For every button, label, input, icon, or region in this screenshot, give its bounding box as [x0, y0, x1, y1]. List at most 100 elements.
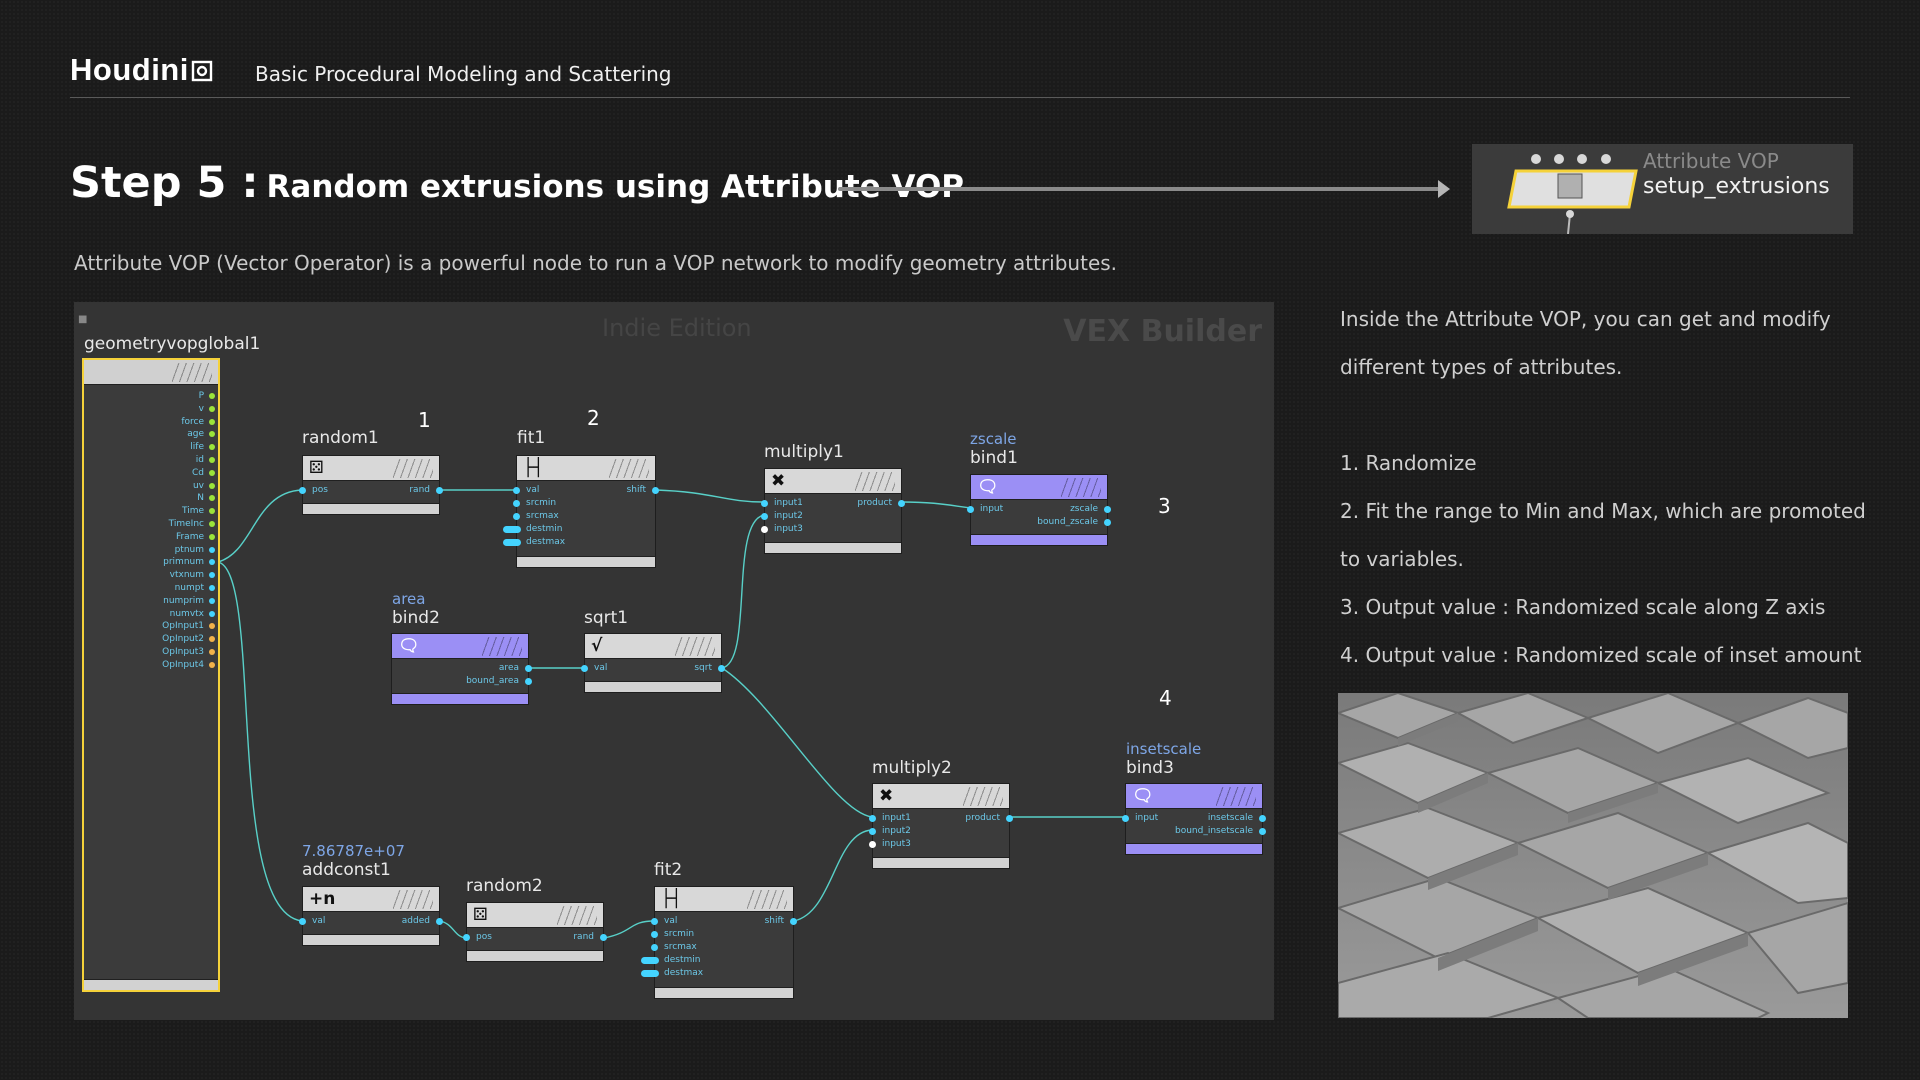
port-out-bound-area[interactable]: bound_area: [466, 676, 532, 687]
port-in-srcmin[interactable]: srcmin: [650, 929, 694, 940]
global-port-timeinc[interactable]: TimeInc: [169, 518, 216, 531]
node-footer: [303, 503, 439, 514]
global-port-cd[interactable]: Cd: [192, 467, 215, 480]
port-in-input1[interactable]: input1: [761, 498, 803, 509]
node-bind2[interactable]: 🗨 area bound_area: [391, 633, 533, 705]
node-random2[interactable]: ⚄ pos rand: [463, 902, 607, 962]
node-bind3[interactable]: 🗨 input insetscale bound_insetscale: [1121, 783, 1267, 855]
port-in-input[interactable]: input: [1121, 813, 1158, 824]
wire-sqrt1-multiply2: [721, 667, 873, 818]
dice-icon: ⚄: [309, 458, 324, 478]
port-out-bound-zscale[interactable]: bound_zscale: [1037, 517, 1111, 528]
extruded-tiles-render: [1338, 693, 1848, 1018]
context-label: VEX Builder: [1063, 314, 1262, 349]
global-port-frame[interactable]: Frame: [176, 531, 216, 544]
port-out-zscale[interactable]: zscale: [1070, 504, 1111, 515]
port-out-rand[interactable]: rand: [409, 485, 443, 496]
port-out-sqrt[interactable]: sqrt: [694, 663, 725, 674]
wire-global-addconst1: [217, 561, 303, 922]
global-port-uv[interactable]: uv: [193, 480, 216, 493]
node-header: ⚄: [467, 903, 603, 928]
port-in-destmax[interactable]: destmax: [640, 968, 703, 979]
node-flags: [747, 890, 787, 909]
port-in-input3[interactable]: input3: [869, 839, 911, 850]
global-port-v[interactable]: v: [199, 403, 216, 416]
global-port-opinput4[interactable]: OpInput4: [162, 659, 215, 672]
watermark-indie-edition: Indie Edition: [602, 314, 752, 342]
global-port-primnum[interactable]: primnum: [163, 556, 215, 569]
wire-addconst1-random2: [439, 920, 467, 939]
port-in-val[interactable]: val: [580, 663, 607, 674]
node-fit1[interactable]: ├┤ val srcmin srcmax destmin destmax shi…: [502, 455, 660, 568]
step-marker-3: 3: [1158, 494, 1171, 518]
port-out-product[interactable]: product: [965, 813, 1013, 824]
port-in-input3[interactable]: input3: [761, 524, 803, 535]
speech-bubble-icon: 🗨: [977, 477, 999, 497]
global-port-opinput1[interactable]: OpInput1: [162, 620, 215, 633]
node-geometryvopglobal1[interactable]: Pv force age life id Cd uv N Time TimeInc Frame ptn…: [82, 358, 220, 992]
port-out-product[interactable]: product: [857, 498, 905, 509]
node-fit2[interactable]: ├┤ val srcmin srcmax destmin destmax shi…: [640, 886, 798, 999]
vop-network-editor[interactable]: Indie Edition VEX Builder 1 2 3 4 ■ geom…: [74, 302, 1274, 1020]
port-out-bound-insetscale[interactable]: bound_insetscale: [1175, 826, 1266, 837]
port-in-val[interactable]: val: [298, 916, 325, 927]
global-port-numprim[interactable]: numprim: [163, 595, 215, 608]
global-port-age[interactable]: age: [187, 428, 215, 441]
port-in-input2[interactable]: input2: [761, 511, 803, 522]
global-port-life[interactable]: life: [190, 441, 215, 454]
global-port-ptnum[interactable]: ptnum: [175, 544, 216, 557]
global-port-id[interactable]: id: [196, 454, 216, 467]
global-port-force[interactable]: force: [181, 416, 215, 429]
port-in-srcmin[interactable]: srcmin: [512, 498, 556, 509]
global-port-opinput2[interactable]: OpInput2: [162, 633, 215, 646]
port-out-area[interactable]: area: [499, 663, 533, 674]
global-port-p[interactable]: P: [199, 390, 216, 403]
lock-icon: ■: [78, 314, 88, 325]
global-port-vtxnum[interactable]: vtxnum: [170, 569, 216, 582]
speech-bubble-icon: 🗨: [398, 636, 420, 656]
port-in-pos[interactable]: pos: [299, 485, 328, 496]
node-flags: [482, 637, 522, 656]
node-multiply2[interactable]: ✖ input1 input2 input3 product: [869, 783, 1013, 869]
node-multiply1[interactable]: ✖ input1 input2 input3 product: [761, 468, 905, 554]
port-in-input[interactable]: input: [966, 504, 1003, 515]
node-footer: [84, 979, 218, 990]
node-sqrt1[interactable]: √ val sqrt: [580, 633, 725, 693]
node-label-bind1: bind1: [970, 448, 1018, 468]
port-in-val[interactable]: val: [650, 916, 677, 927]
houdini-swirl-icon: [191, 60, 213, 82]
port-in-pos[interactable]: pos: [463, 932, 492, 943]
port-in-destmax[interactable]: destmax: [502, 537, 565, 548]
port-in-input1[interactable]: input1: [869, 813, 911, 824]
multiply-icon: ✖: [879, 786, 894, 806]
global-port-numpt[interactable]: numpt: [175, 582, 216, 595]
bind2-attribute-name: area: [392, 590, 426, 608]
port-out-insetscale[interactable]: insetscale: [1208, 813, 1267, 824]
global-port-n[interactable]: N: [197, 492, 215, 505]
description-panel: Inside the Attribute VOP, you can get an…: [1340, 295, 1866, 679]
global-port-time[interactable]: Time: [182, 505, 216, 518]
multiply-icon: ✖: [771, 471, 786, 491]
node-random1[interactable]: ⚄ pos rand: [299, 455, 443, 515]
port-in-destmin[interactable]: destmin: [640, 955, 700, 966]
port-out-rand[interactable]: rand: [573, 932, 607, 943]
node-label-addconst1: addconst1: [302, 860, 391, 880]
node-addconst1[interactable]: +n val added: [298, 886, 444, 946]
desc-line: Inside the Attribute VOP, you can get an…: [1340, 307, 1831, 331]
node-footer: [765, 542, 901, 553]
wire-fit2-multiply2: [793, 829, 873, 922]
square-root-icon: √: [591, 636, 603, 656]
node-label-random2: random2: [466, 876, 543, 896]
port-in-srcmax[interactable]: srcmax: [513, 511, 559, 522]
port-out-shift[interactable]: shift: [627, 485, 660, 496]
port-in-srcmax[interactable]: srcmax: [651, 942, 697, 953]
port-in-input2[interactable]: input2: [869, 826, 911, 837]
node-bind1[interactable]: 🗨 input zscale bound_zscale: [966, 474, 1111, 546]
port-out-added[interactable]: added: [402, 916, 444, 927]
global-port-numvtx[interactable]: numvtx: [170, 608, 216, 621]
port-in-val[interactable]: val: [512, 485, 539, 496]
port-in-destmin[interactable]: destmin: [502, 524, 562, 535]
port-out-shift[interactable]: shift: [765, 916, 798, 927]
global-port-opinput3[interactable]: OpInput3: [162, 646, 215, 659]
fit-range-icon: ├┤: [661, 889, 682, 909]
